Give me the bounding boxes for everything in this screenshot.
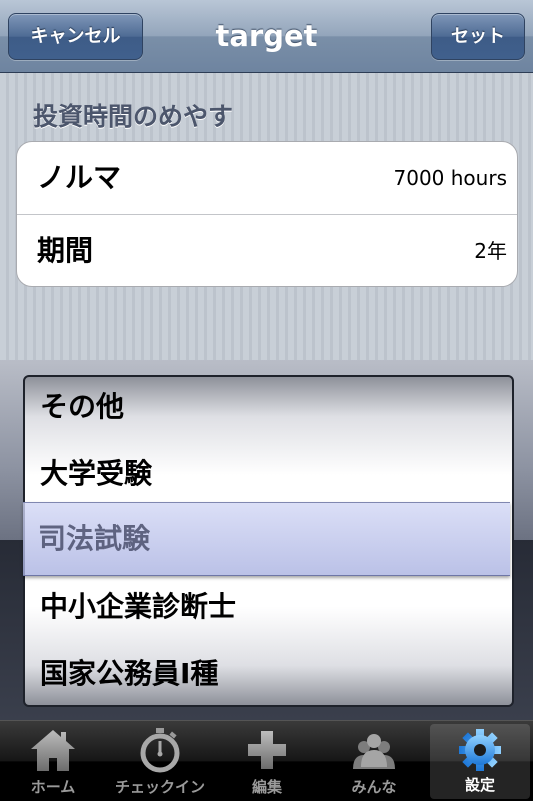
tab-checkin[interactable]: チェックイン — [107, 721, 213, 801]
tab-settings[interactable]: 設定 — [430, 724, 530, 799]
picker-item[interactable]: 大学受験 — [25, 440, 512, 507]
picker-selection-indicator: 司法試験 — [23, 502, 510, 576]
people-icon — [353, 734, 395, 769]
settings-group: ノルマ 7000 hours 期間 2年 — [16, 141, 518, 287]
quota-value: 7000 hours — [393, 166, 508, 190]
period-row[interactable]: 期間 2年 — [17, 214, 517, 286]
quota-label: ノルマ — [37, 161, 122, 194]
plus-icon — [248, 731, 286, 769]
picker-item[interactable]: 国家公務員I種 — [25, 640, 512, 705]
tab-checkin-label: チェックイン — [114, 778, 205, 796]
tab-everyone[interactable]: みんな — [321, 721, 427, 801]
tab-everyone-label: みんな — [351, 778, 397, 796]
home-icon — [31, 730, 75, 771]
settings-table: 投資時間のめやす ノルマ 7000 hours 期間 2年 — [0, 73, 533, 360]
period-value: 2年 — [474, 239, 507, 263]
tab-bar: ホーム チェックイン 編集 みんな 設定 — [0, 720, 533, 801]
gear-icon — [459, 729, 501, 771]
tab-settings-label: 設定 — [464, 776, 495, 794]
period-label: 期間 — [37, 234, 94, 267]
set-button[interactable]: セット — [431, 13, 525, 60]
quota-row[interactable]: ノルマ 7000 hours — [17, 142, 517, 214]
tab-edit-label: 編集 — [251, 778, 282, 796]
tab-home[interactable]: ホーム — [0, 721, 106, 801]
navigation-bar: キャンセル target セット — [0, 0, 533, 73]
picker-item[interactable]: 中小企業診断士 — [25, 573, 512, 640]
picker-selected-item[interactable]: 司法試験 — [38, 503, 150, 575]
tab-home-label: ホーム — [30, 778, 76, 796]
section-header: 投資時間のめやす — [33, 102, 234, 131]
tab-edit[interactable]: 編集 — [214, 721, 320, 801]
picker-item[interactable]: その他 — [25, 377, 512, 440]
stopwatch-icon — [140, 728, 180, 773]
